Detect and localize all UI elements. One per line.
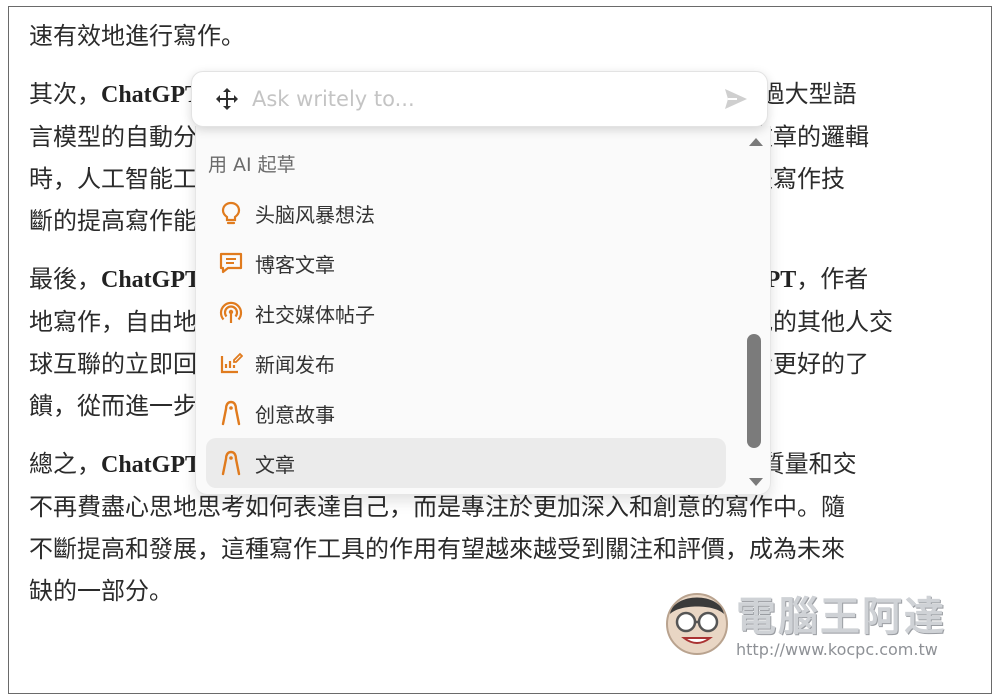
menu-item-social-post[interactable]: 社交媒体帖子 [206, 288, 726, 338]
menu-item-label: 文章 [255, 452, 295, 477]
ask-writely-input[interactable] [250, 78, 721, 120]
watermark-text: 電腦王阿達 [736, 594, 946, 640]
pen-nib-icon [216, 398, 246, 428]
chart-edit-icon [216, 348, 246, 378]
menu-item-creative-story[interactable]: 创意故事 [206, 388, 726, 438]
menu-item-label: 社交媒体帖子 [255, 302, 375, 327]
menu-section-header: 用 AI 起草 [208, 154, 296, 176]
ai-draft-menu: 用 AI 起草 头脑风暴想法 博客文章 社交媒体帖子 新闻发布 创意故事 文章 [195, 126, 771, 495]
article-text-segment: ChatGPT [101, 267, 202, 293]
message-square-icon [216, 248, 246, 278]
menu-item-label: 新闻发布 [255, 352, 335, 377]
menu-item-press-release[interactable]: 新闻发布 [206, 338, 726, 388]
article-text-segment: 總之， [29, 450, 101, 478]
move-arrows-icon[interactable] [212, 84, 242, 114]
paragraph-1: 速有效地進行寫作。 [29, 15, 991, 57]
menu-item-label: 博客文章 [255, 252, 335, 277]
mascot-face-icon [666, 593, 728, 655]
article-text-segment: ，作者 [796, 265, 869, 293]
watermark: 電腦王阿達 http://www.kocpc.com.tw [660, 582, 980, 672]
broadcast-icon [216, 298, 246, 328]
article-text-segment: 不再費盡心思地思考如何表達自己，而是專注於更加深入和創意的寫作中。隨 [29, 493, 845, 521]
menu-scrollbar-thumb[interactable] [747, 334, 761, 448]
article-text-segment: 最後， [29, 265, 101, 293]
article-text-segment: 缺的一部分。 [29, 577, 173, 605]
article-text-segment: 不斷提高和發展，這種寫作工具的作用有望越來越受到關注和評價，成為未來 [29, 535, 845, 563]
lightbulb-icon [216, 198, 246, 228]
article-text-segment: ChatGPT [101, 452, 202, 478]
menu-item-blog-post[interactable]: 博客文章 [206, 238, 726, 288]
paragraph-1-text: 速有效地進行寫作。 [29, 22, 245, 50]
ask-writely-bar [191, 71, 768, 127]
menu-item-brainstorm[interactable]: 头脑风暴想法 [206, 188, 726, 238]
article-text-segment: 其次， [29, 80, 101, 108]
scroll-down-arrow-icon[interactable] [749, 478, 763, 486]
menu-item-article[interactable]: 文章 [206, 438, 726, 488]
watermark-url: http://www.kocpc.com.tw [736, 640, 938, 659]
menu-item-label: 头脑风暴想法 [255, 202, 375, 227]
menu-item-label: 创意故事 [255, 402, 335, 427]
pen-nib-icon [216, 448, 246, 478]
send-icon[interactable] [721, 84, 751, 114]
article-text-segment: ChatGPT [101, 82, 202, 108]
scroll-up-arrow-icon[interactable] [749, 138, 763, 146]
